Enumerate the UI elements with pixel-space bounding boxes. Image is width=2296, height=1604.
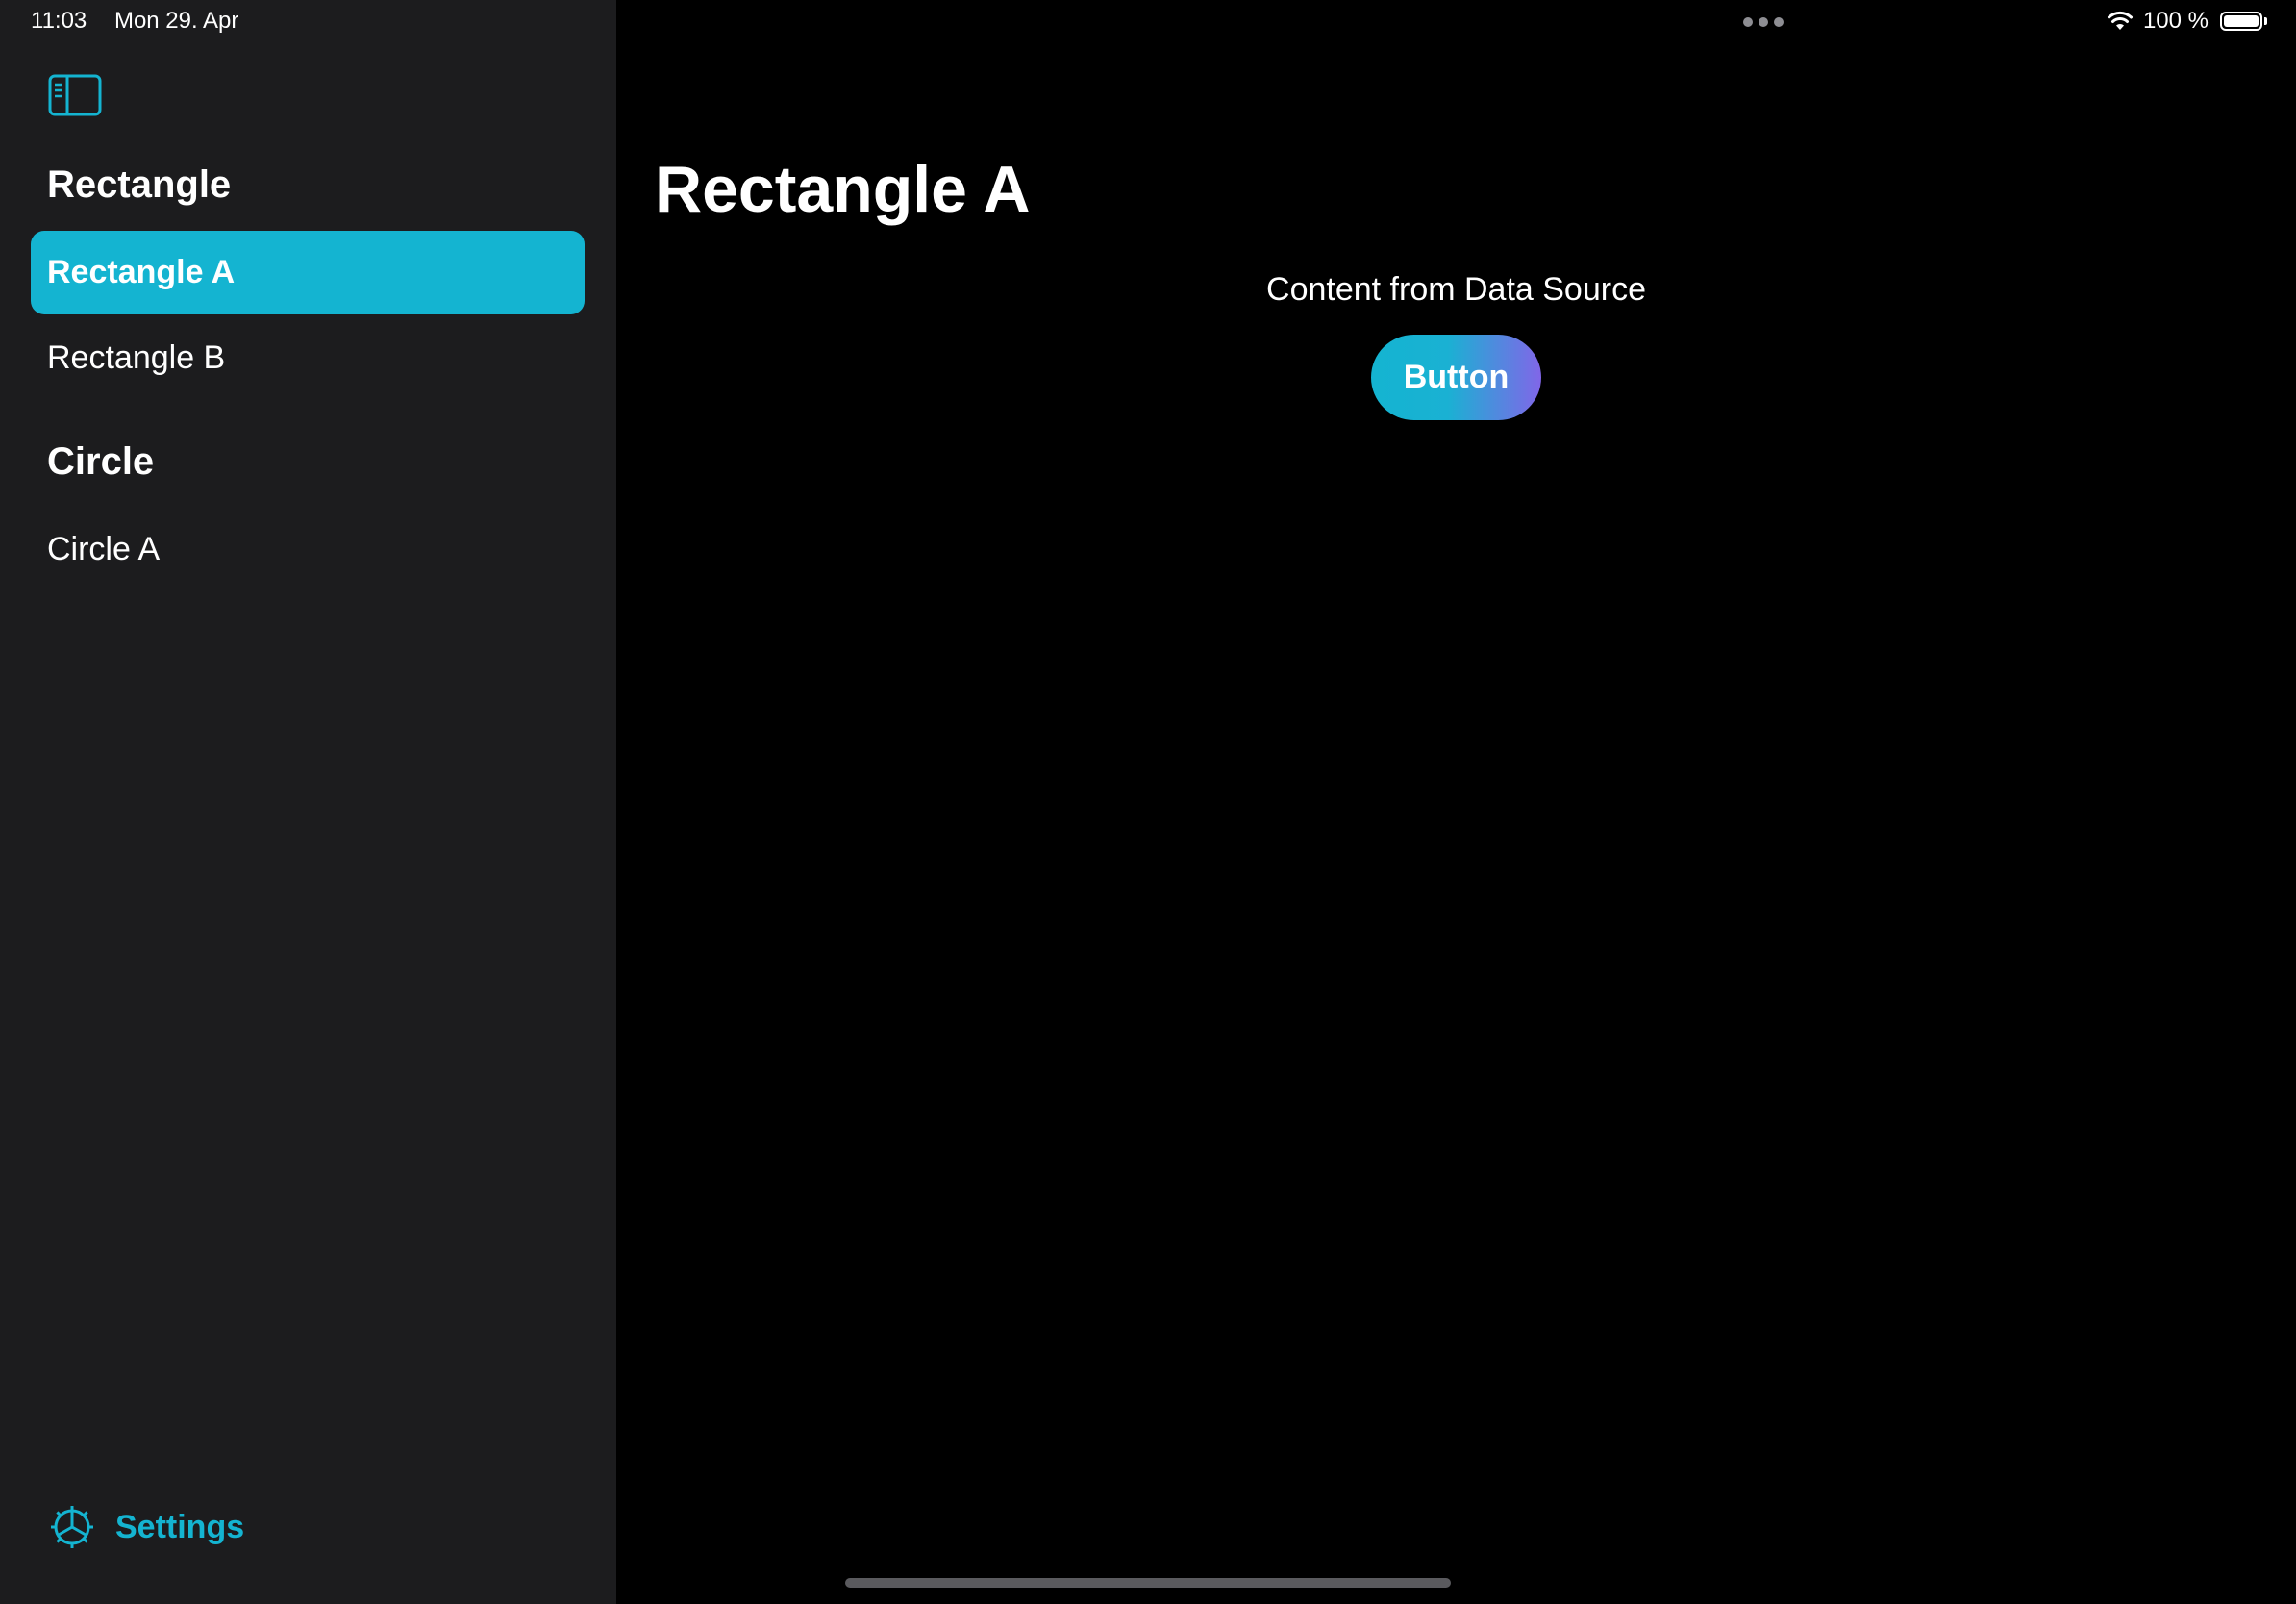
sidebar-item-label: Rectangle B	[47, 339, 226, 376]
detail-pane: 100 %	[616, 0, 2296, 1604]
ipad-screen: 11:03 Mon 29. Apr Rectangle Rectangle A …	[0, 0, 2296, 1604]
sidebar-item-label: Circle A	[47, 531, 161, 567]
content-text: Content from Data Source	[1266, 271, 1646, 308]
sidebar-item-label: Rectangle A	[47, 254, 236, 290]
dot-icon	[1759, 17, 1768, 27]
gear-icon	[51, 1506, 93, 1548]
button-label: Button	[1403, 359, 1510, 395]
section-heading-circle: Circle	[47, 440, 155, 483]
status-date: Mon 29. Apr	[113, 8, 239, 34]
sidebar-item-rectangle-a[interactable]: Rectangle A	[31, 231, 585, 314]
page-title: Rectangle A	[655, 153, 1031, 226]
status-time: 11:03	[31, 8, 87, 34]
settings-label: Settings	[115, 1508, 245, 1545]
sidebar-toggle-button[interactable]	[48, 73, 102, 117]
battery-icon	[2220, 12, 2262, 31]
dot-icon	[1774, 17, 1784, 27]
status-bar-right: 100 %	[2107, 8, 2267, 35]
dot-icon	[1743, 17, 1753, 27]
battery-fill	[2224, 15, 2259, 27]
settings-button[interactable]: Settings	[48, 1502, 244, 1552]
sidebar-item-rectangle-b[interactable]: Rectangle B	[31, 316, 585, 400]
section-heading-rectangle: Rectangle	[47, 163, 232, 206]
sidebar: 11:03 Mon 29. Apr Rectangle Rectangle A …	[0, 0, 616, 1604]
battery-percentage: 100 %	[2142, 8, 2209, 34]
wifi-icon	[2107, 11, 2133, 30]
gradient-button[interactable]: Button	[1371, 335, 1541, 420]
status-bar-left: 11:03 Mon 29. Apr	[31, 8, 238, 35]
home-indicator[interactable]	[845, 1578, 1451, 1588]
sidebar-left-icon	[48, 74, 102, 116]
sidebar-item-circle-a[interactable]: Circle A	[31, 508, 585, 591]
multitasking-menu-button[interactable]	[1743, 17, 1784, 27]
battery-cap	[2264, 17, 2267, 25]
